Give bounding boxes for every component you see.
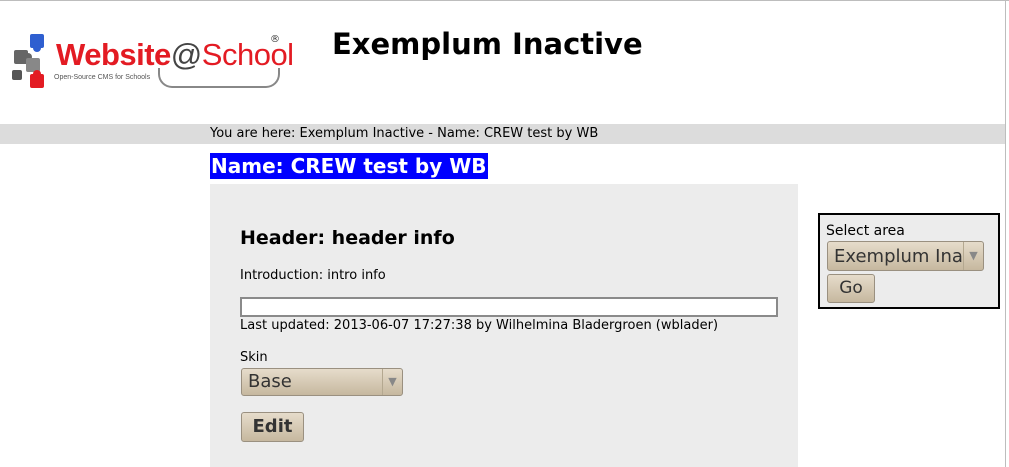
breadcrumb-bar: You are here: Exemplum Inactive - Name: … xyxy=(0,124,1005,144)
window-top-border xyxy=(0,0,1009,1)
logo-wordmark-website: Website xyxy=(56,37,171,72)
area-select-value: Exemplum Inactive xyxy=(834,246,962,267)
chevron-down-icon: ▼ xyxy=(382,369,402,395)
introduction-text: Introduction: intro info xyxy=(240,268,386,283)
go-button[interactable]: Go xyxy=(827,274,875,303)
content-header: Header: header info xyxy=(240,227,455,249)
last-updated-text: Last updated: 2013-06-07 17:27:38 by Wil… xyxy=(240,318,719,333)
logo-tagline: Open-Source CMS for Schools xyxy=(54,74,151,81)
area-selector-panel: Select area Exemplum Inactive ▼ Go xyxy=(818,213,1000,309)
breadcrumb: You are here: Exemplum Inactive - Name: … xyxy=(210,126,599,141)
page-title: Name: CREW test by WB xyxy=(210,153,488,179)
window-right-border xyxy=(1005,0,1006,467)
chevron-down-icon: ▼ xyxy=(963,242,983,270)
content-panel: Header: header info Introduction: intro … xyxy=(210,184,798,467)
puzzle-icon xyxy=(12,34,44,88)
site-title: Exemplum Inactive xyxy=(332,27,643,61)
skin-select-value: Base xyxy=(248,371,292,392)
content-body-box xyxy=(240,297,778,317)
select-area-label: Select area xyxy=(826,223,905,239)
logo-swoosh xyxy=(158,68,280,88)
logo-wordmark-at: @ xyxy=(170,37,202,72)
site-logo[interactable]: Website@School ® Open-Source CMS for Sch… xyxy=(8,30,294,94)
skin-select[interactable]: Base ▼ xyxy=(241,368,403,396)
edit-button[interactable]: Edit xyxy=(241,412,304,442)
area-select[interactable]: Exemplum Inactive ▼ xyxy=(827,241,984,271)
logo-wordmark: Website@School xyxy=(56,38,294,72)
registered-mark: ® xyxy=(270,34,280,45)
skin-label: Skin xyxy=(240,350,268,365)
